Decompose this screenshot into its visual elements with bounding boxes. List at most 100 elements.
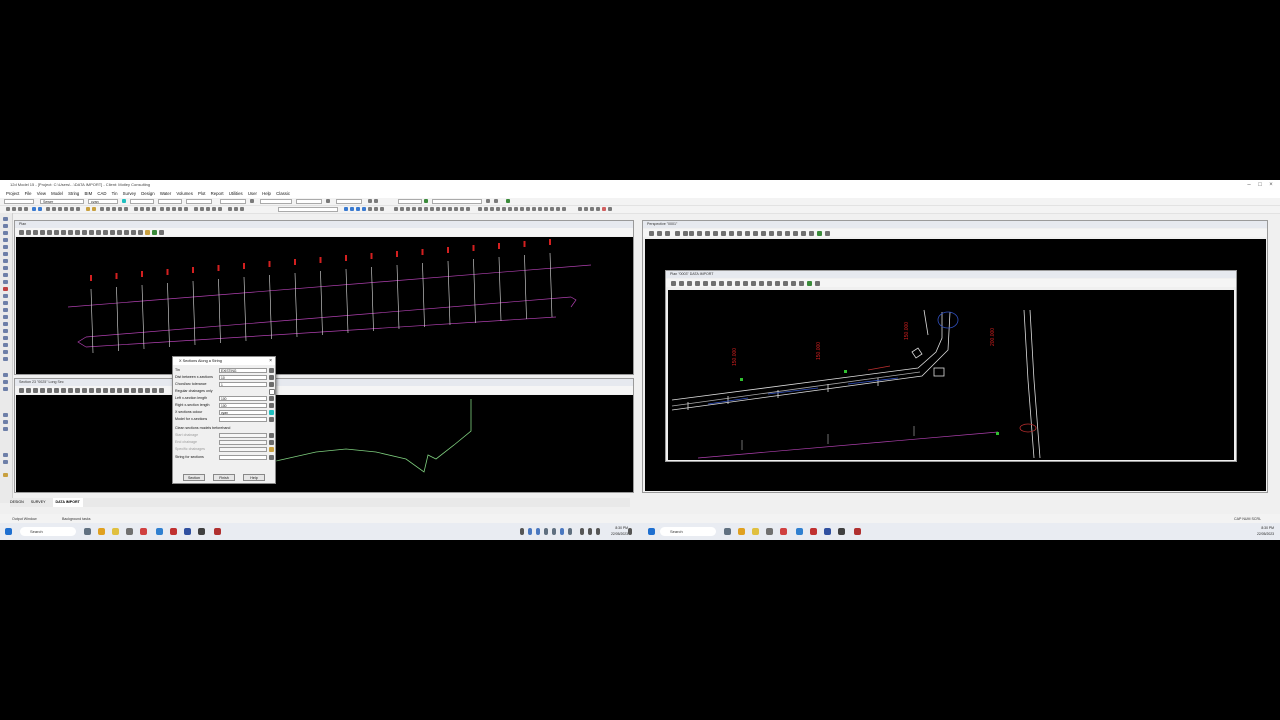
arc-icon[interactable] [112, 207, 116, 211]
view-toggle-9-icon[interactable] [807, 281, 812, 286]
view-toggle-3-icon[interactable] [96, 230, 101, 235]
layout-14-icon[interactable] [556, 207, 560, 211]
tool-plot-icon[interactable] [3, 453, 8, 457]
menu-view[interactable]: View [37, 190, 46, 198]
tool-d-icon[interactable] [596, 207, 600, 211]
tool-arc-icon[interactable] [3, 259, 8, 263]
layout-7-icon[interactable] [514, 207, 518, 211]
view-toggle-2-icon[interactable] [751, 281, 756, 286]
view-6-icon[interactable] [424, 207, 428, 211]
print-icon[interactable] [24, 207, 28, 211]
menu-model[interactable]: Model [51, 190, 63, 198]
view-regen-icon[interactable] [68, 230, 73, 235]
right-length-input[interactable]: 100 [219, 403, 267, 408]
tool-e-icon[interactable] [602, 207, 606, 211]
menu-classic[interactable]: Classic [276, 190, 290, 198]
view-toggle-6-icon[interactable] [117, 230, 122, 235]
view-menu-icon[interactable] [19, 388, 24, 393]
point-icon[interactable] [100, 207, 104, 211]
view-toggle-10-icon[interactable] [145, 230, 150, 235]
tool-tin-icon[interactable] [3, 387, 8, 391]
view-zoom-icon[interactable] [26, 388, 31, 393]
tool-grade-icon[interactable] [3, 380, 8, 384]
tool-delete-icon[interactable] [3, 287, 8, 291]
save-icon[interactable] [18, 207, 22, 211]
view-models-icon[interactable] [61, 230, 66, 235]
distance-icon[interactable] [140, 207, 144, 211]
view-toggle-1-icon[interactable] [82, 388, 87, 393]
minimize-icon[interactable]: – [1244, 181, 1254, 189]
tool-extend-icon[interactable] [3, 308, 8, 312]
view-toggle-12-icon[interactable] [159, 388, 164, 393]
offset-icon[interactable] [160, 207, 164, 211]
trim-icon[interactable] [172, 207, 176, 211]
layout-5-icon[interactable] [502, 207, 506, 211]
help-circle-icon-right[interactable] [838, 528, 845, 535]
string-icon[interactable] [86, 207, 90, 211]
menu-file[interactable]: File [25, 190, 32, 198]
layout-3-icon[interactable] [490, 207, 494, 211]
view-toggle-14-icon[interactable] [825, 231, 830, 236]
tab-design[interactable]: DESIGN [10, 498, 24, 507]
tool-b-icon[interactable] [584, 207, 588, 211]
section-canvas[interactable] [16, 395, 633, 492]
view-fit-icon[interactable] [40, 388, 45, 393]
view-11-icon[interactable] [454, 207, 458, 211]
new-icon[interactable] [6, 207, 10, 211]
text-icon[interactable] [124, 207, 128, 211]
tray-usb-icon[interactable] [552, 528, 556, 535]
app-red-icon[interactable] [140, 528, 147, 535]
tool-pick-icon[interactable] [3, 224, 8, 228]
view-regen-icon[interactable] [68, 388, 73, 393]
view-pan-icon[interactable] [665, 231, 670, 236]
tool-string-icon[interactable] [3, 231, 8, 235]
regular-chainages-checkbox[interactable] [269, 389, 275, 395]
chamfer-icon[interactable] [200, 207, 204, 211]
layout-4-icon[interactable] [496, 207, 500, 211]
windows-start-icon[interactable] [5, 528, 12, 535]
distance-picker-icon[interactable] [269, 375, 274, 380]
end-chainage-input[interactable] [219, 440, 267, 445]
paste-icon[interactable] [58, 207, 62, 211]
circle-icon[interactable] [118, 207, 122, 211]
rotate-icon[interactable] [212, 207, 216, 211]
close-icon[interactable]: × [1266, 181, 1276, 189]
tool-dim-icon[interactable] [3, 420, 8, 424]
view-toggle-10-icon[interactable] [145, 388, 150, 393]
colour-combo[interactable]: cyan [88, 199, 118, 204]
view-regen-icon[interactable] [727, 281, 732, 286]
menu-utilities[interactable]: Utilities [229, 190, 243, 198]
model-input[interactable] [219, 417, 267, 422]
copy-icon[interactable] [52, 207, 56, 211]
view-toggle-11-icon[interactable] [152, 388, 157, 393]
view-4-icon[interactable] [412, 207, 416, 211]
file-explorer-icon[interactable] [98, 528, 105, 535]
left-length-picker-icon[interactable] [269, 396, 274, 401]
task-view-icon-right[interactable] [724, 528, 731, 535]
tool-hatch-icon[interactable] [3, 427, 8, 431]
scale-icon[interactable] [218, 207, 222, 211]
redo-icon[interactable] [38, 207, 42, 211]
break-icon[interactable] [184, 207, 188, 211]
tool-rotate-icon[interactable] [3, 343, 8, 347]
view-settings-icon[interactable] [75, 230, 80, 235]
view-toggle-2-icon[interactable] [729, 231, 734, 236]
menu-design[interactable]: Design [141, 190, 154, 198]
view-toggle-6-icon[interactable] [783, 281, 788, 286]
view-toggle-4-icon[interactable] [103, 388, 108, 393]
menu-string[interactable]: String [68, 190, 79, 198]
view-toggle-13-icon[interactable] [817, 231, 822, 236]
file-explorer-icon-right[interactable] [738, 528, 745, 535]
app-red-icon-right[interactable] [780, 528, 787, 535]
size-combo[interactable] [260, 199, 292, 204]
tab-data-import[interactable]: DATA IMPORT [52, 498, 83, 507]
tool-c-icon[interactable] [590, 207, 594, 211]
search-box-right[interactable]: Search [660, 527, 716, 536]
tool-height-icon[interactable] [3, 373, 8, 377]
view-toggle-6-icon[interactable] [117, 388, 122, 393]
view-zoom-icon[interactable] [679, 281, 684, 286]
clock-right[interactable]: 8:30 PM 22/05/2023 [1246, 525, 1274, 537]
view-toggle-11-icon[interactable] [152, 230, 157, 235]
twelve-d-icon[interactable] [214, 528, 221, 535]
weight-combo[interactable] [158, 199, 182, 204]
